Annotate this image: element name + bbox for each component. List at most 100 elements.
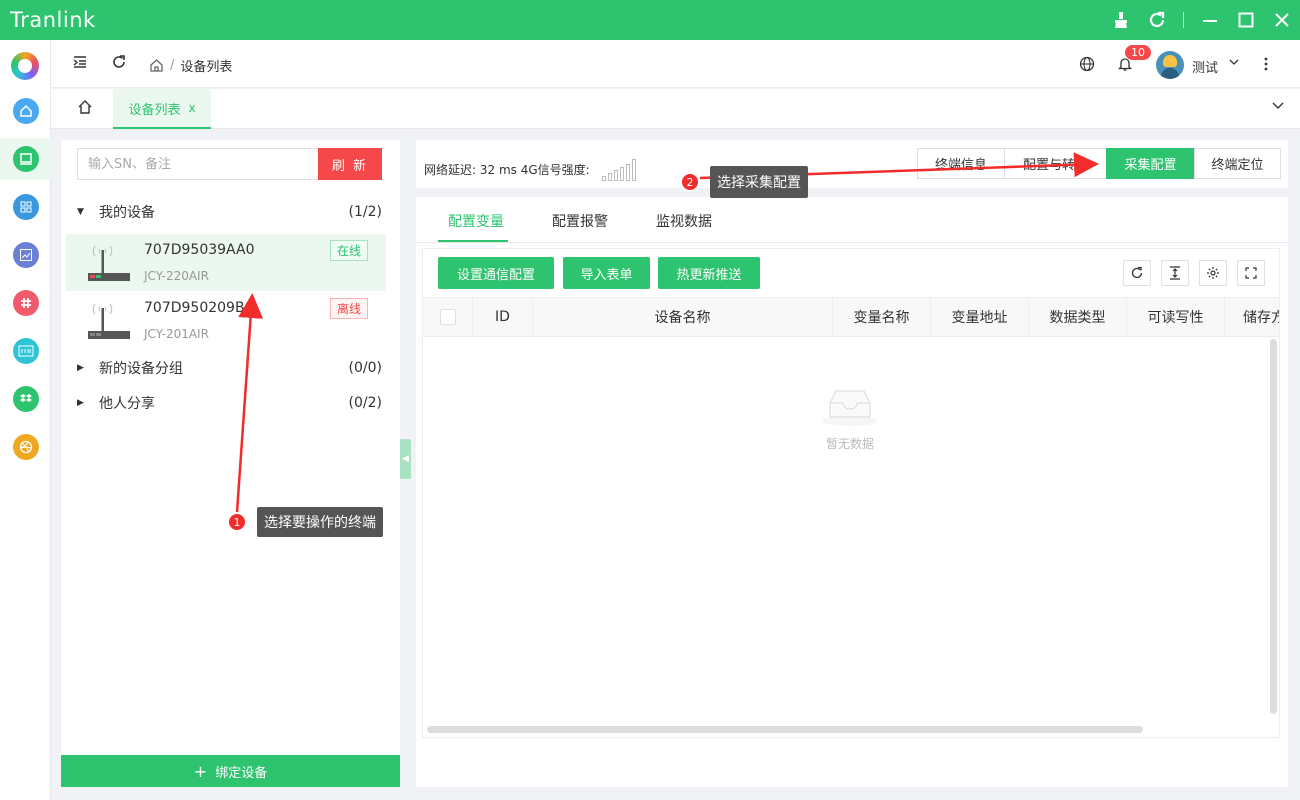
username[interactable]: 测试 xyxy=(1192,57,1218,76)
avatar[interactable] xyxy=(1156,51,1184,79)
tab-config-convert[interactable]: 配置与转换 xyxy=(1004,148,1107,179)
select-all-cell xyxy=(423,298,473,336)
table-toolbar: 设置通信配置 导入表单 热更新推送 xyxy=(423,249,1279,297)
select-all-checkbox[interactable] xyxy=(439,309,456,325)
breadcrumb-separator: / xyxy=(170,58,175,73)
minimize-icon[interactable] xyxy=(1192,0,1228,40)
empty-box-icon xyxy=(822,390,878,426)
sub-tabs: 配置变量 配置报警 监视数据 xyxy=(416,197,1288,243)
grid-icon[interactable] xyxy=(13,194,39,220)
empty-state: 暂无数据 xyxy=(818,385,882,452)
main-content: 配置变量 配置报警 监视数据 设置通信配置 导入表单 热更新推送 ID 设备名称… xyxy=(416,197,1288,787)
device-sn: 707D95039AA0 xyxy=(144,242,255,258)
notification-badge: 10 xyxy=(1124,44,1152,61)
network-info: 网络延迟: 32 ms 4G信号强度: xyxy=(424,157,636,181)
fullscreen-icon[interactable] xyxy=(1237,260,1265,286)
device-sn: 707D950209B4 xyxy=(144,300,254,316)
tab-collect-config[interactable]: 采集配置 xyxy=(1106,148,1195,179)
breadcrumb: / 设备列表 xyxy=(149,56,232,75)
comm-config-button[interactable]: 设置通信配置 xyxy=(438,257,554,289)
col-storage[interactable]: 储存方 xyxy=(1225,298,1279,336)
group-shared[interactable]: ▶ 他人分享 (0/2) xyxy=(77,391,382,415)
tab-terminal-info[interactable]: 终端信息 xyxy=(917,148,1005,179)
vertical-scrollbar[interactable] xyxy=(1270,339,1277,714)
annotation-label-1: 选择要操作的终端 xyxy=(257,507,383,537)
app-logo xyxy=(11,52,39,80)
col-id[interactable]: ID xyxy=(473,298,533,336)
tab-terminal-location[interactable]: 终端定位 xyxy=(1194,148,1281,179)
plus-icon: + xyxy=(193,761,208,781)
import-form-button[interactable]: 导入表单 xyxy=(563,257,650,289)
subtab-config-alarm[interactable]: 配置报警 xyxy=(552,211,608,231)
caret-down-icon: ▼ xyxy=(77,207,84,217)
menu-indent-icon[interactable] xyxy=(72,54,88,74)
settings-icon[interactable] xyxy=(1199,260,1227,286)
globe-icon[interactable] xyxy=(1079,56,1095,76)
caret-right-icon: ▶ xyxy=(77,363,84,373)
home-icon[interactable] xyxy=(13,98,39,124)
bind-label: 绑定设备 xyxy=(215,765,268,781)
signal-strength-icon xyxy=(601,157,636,181)
refresh-icon[interactable] xyxy=(1123,260,1151,286)
device-icon[interactable] xyxy=(13,146,39,172)
slack-icon[interactable] xyxy=(13,290,39,316)
col-var-address[interactable]: 变量地址 xyxy=(931,298,1029,336)
device-model: JCY-220AIR xyxy=(144,269,209,283)
app-title: Tranlink xyxy=(10,8,96,32)
device-item[interactable]: 707D950209B4 JCY-201AIR 离线 xyxy=(66,292,386,349)
subtab-indicator xyxy=(438,240,508,242)
horizontal-scrollbar[interactable] xyxy=(427,726,1143,733)
col-rw[interactable]: 可读写性 xyxy=(1127,298,1225,336)
annotation-number-1: 1 xyxy=(228,513,246,531)
home-tab-icon[interactable] xyxy=(77,99,93,119)
collapse-handle[interactable]: ◀ xyxy=(400,439,411,479)
group-my-devices[interactable]: ▼ 我的设备 (1/2) xyxy=(77,200,382,224)
dribbble-icon[interactable] xyxy=(13,434,39,460)
nav-rail xyxy=(0,40,51,800)
title-bar: Tranlink xyxy=(0,0,1300,40)
empty-text: 暂无数据 xyxy=(825,437,874,451)
close-icon[interactable] xyxy=(1264,0,1300,40)
col-data-type[interactable]: 数据类型 xyxy=(1029,298,1127,336)
tab-strip: 设备列表 x xyxy=(51,89,1300,129)
tab-device-list[interactable]: 设备列表 x xyxy=(113,89,211,129)
maximize-icon[interactable] xyxy=(1228,0,1264,40)
tab-close-icon[interactable]: x xyxy=(188,101,195,115)
top-header: / 设备列表 10 测试 xyxy=(51,40,1300,88)
dropbox-icon[interactable] xyxy=(13,386,39,412)
home-icon[interactable] xyxy=(149,58,164,73)
caret-right-icon: ▶ xyxy=(77,398,84,408)
table-header: ID 设备名称 变量名称 变量地址 数据类型 可读写性 储存方 xyxy=(423,297,1279,337)
kbd-icon[interactable] xyxy=(13,338,39,364)
subtab-config-vars[interactable]: 配置变量 xyxy=(448,211,504,231)
annotation-label-2: 选择采集配置 xyxy=(710,166,808,198)
reload-icon[interactable] xyxy=(111,54,127,74)
subtab-monitor-data[interactable]: 监视数据 xyxy=(656,211,712,231)
status-badge: 在线 xyxy=(329,240,368,261)
tabs-dropdown-icon[interactable] xyxy=(1272,99,1284,115)
column-height-icon[interactable] xyxy=(1161,260,1189,286)
network-text: 网络延迟: 32 ms 4G信号强度: xyxy=(424,162,590,177)
status-badge: 离线 xyxy=(329,298,368,319)
search-input[interactable] xyxy=(77,148,318,180)
chevron-down-icon[interactable] xyxy=(1229,56,1239,70)
refresh-button[interactable]: 刷 新 xyxy=(318,148,382,180)
variable-table: 设置通信配置 导入表单 热更新推送 ID 设备名称 变量名称 变量地址 数据类型… xyxy=(422,248,1280,738)
col-var-name[interactable]: 变量名称 xyxy=(833,298,931,336)
group-label: 新的设备分组 xyxy=(99,361,183,377)
group-label: 他人分享 xyxy=(99,396,155,412)
group-count: (1/2) xyxy=(348,204,382,220)
bind-device-button[interactable]: + 绑定设备 xyxy=(61,755,400,787)
col-device-name[interactable]: 设备名称 xyxy=(533,298,833,336)
refresh-icon[interactable] xyxy=(1139,0,1175,40)
annotation-number-2: 2 xyxy=(681,173,699,191)
group-new-group[interactable]: ▶ 新的设备分组 (0/0) xyxy=(77,356,382,380)
chart-icon[interactable] xyxy=(13,242,39,268)
group-count: (0/2) xyxy=(348,395,382,411)
broom-icon[interactable] xyxy=(1103,0,1139,40)
hot-update-button[interactable]: 热更新推送 xyxy=(658,257,760,289)
device-item[interactable]: 707D95039AA0 JCY-220AIR 在线 xyxy=(66,234,386,291)
terminal-tabs: 终端信息 配置与转换 采集配置 终端定位 xyxy=(917,148,1281,179)
device-model: JCY-201AIR xyxy=(144,327,209,341)
more-icon[interactable] xyxy=(1264,56,1268,76)
